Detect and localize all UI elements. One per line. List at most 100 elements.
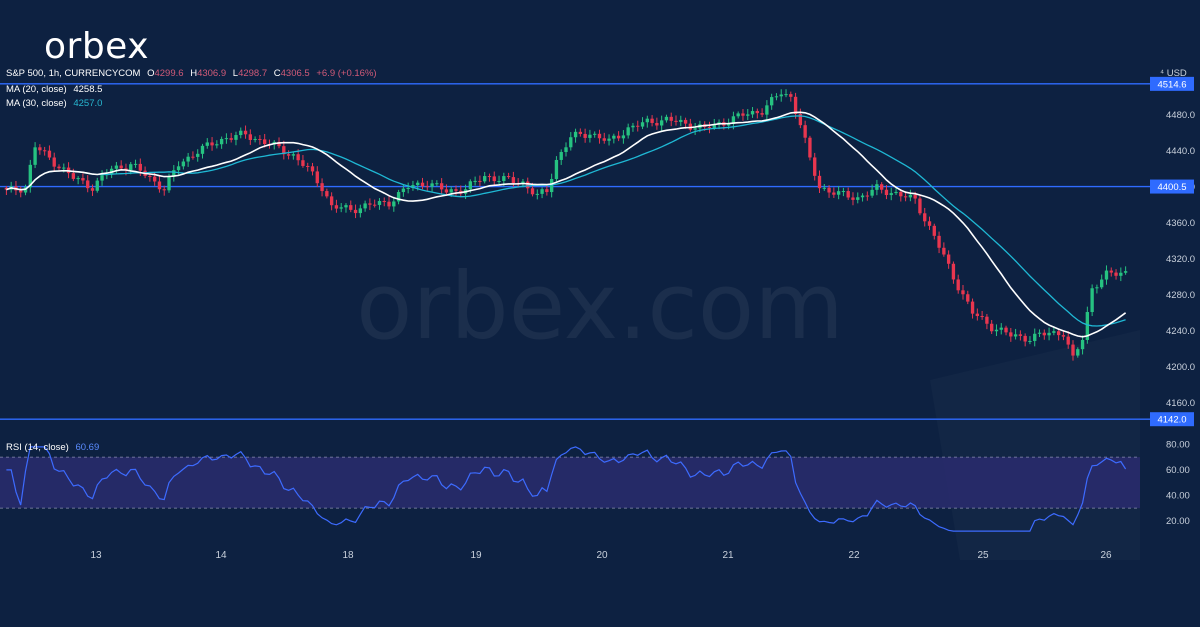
candle-body — [951, 263, 956, 280]
candle-body — [970, 301, 975, 314]
candle-body — [899, 191, 903, 197]
x-tick-label: 19 — [470, 550, 482, 561]
candle-body — [325, 191, 329, 197]
decor-shape — [930, 330, 1140, 560]
candle-body — [1023, 335, 1027, 342]
ma30-legend: MA (30, close) 4257.0 — [6, 98, 102, 109]
candle-body — [626, 127, 630, 136]
candle-body — [990, 323, 994, 332]
ohlc-high: H4306.9 — [190, 68, 227, 79]
candle-body — [71, 173, 76, 179]
level-label: 4142.0 — [1157, 415, 1186, 426]
candle-body — [860, 195, 865, 198]
candle-body — [631, 125, 635, 128]
ma30-label: MA (30, close) — [6, 98, 67, 109]
candle-body — [841, 191, 846, 193]
candle-body — [1061, 335, 1066, 337]
candle-body — [186, 156, 190, 162]
candle-body — [937, 235, 941, 248]
candle-body — [1037, 332, 1042, 334]
candle-body — [86, 180, 90, 189]
candle-body — [339, 207, 343, 209]
candle-body — [1018, 334, 1023, 336]
candle-body — [865, 195, 870, 197]
candle-body — [1090, 288, 1094, 313]
candle-body — [669, 116, 673, 121]
candle-body — [310, 166, 315, 172]
candle-body — [755, 111, 759, 114]
ohlc-open: O4299.6 — [147, 68, 184, 79]
candle-body — [497, 180, 501, 182]
candle-body — [923, 213, 927, 222]
candle-body — [683, 119, 688, 124]
ohlc-change: +6.9 (+0.16%) — [316, 68, 377, 79]
price-tick-label: 4200.0 — [1166, 362, 1195, 373]
candle-body — [851, 197, 855, 200]
symbol-legend: S&P 500, 1h, CURRENCYCOM O4299.6 H4306.9… — [6, 68, 377, 79]
candle-body — [817, 175, 822, 189]
candle-body — [511, 177, 516, 183]
candle-body — [401, 188, 406, 193]
candle-body — [191, 156, 195, 158]
price-tick-label: 4480.0 — [1166, 110, 1195, 121]
candle-body — [559, 152, 563, 160]
candle-body — [200, 145, 205, 154]
candle-body — [57, 166, 61, 169]
candle-body — [526, 181, 530, 189]
candle-body — [980, 316, 984, 318]
candle-body — [650, 118, 654, 123]
candle-body — [306, 165, 310, 167]
candle-body — [1071, 344, 1075, 356]
candle-body — [889, 193, 893, 196]
ma20-value: 4258.5 — [73, 84, 103, 95]
candle-body — [554, 159, 559, 180]
candle-body — [1009, 332, 1013, 337]
candle-body — [856, 197, 860, 200]
chart-svg: orbex.com 4160.0 4200.0 4240.0 4280.0 4320.0 4… — [0, 76, 1195, 561]
x-tick-label: 14 — [215, 550, 227, 561]
candle-body — [774, 96, 779, 98]
candle-body — [1033, 333, 1037, 341]
candle-body — [119, 165, 123, 169]
candle-body — [875, 184, 879, 190]
candle-body — [1119, 272, 1123, 276]
candle-body — [315, 171, 319, 184]
rsi-band — [0, 457, 1140, 509]
candle-body — [918, 198, 922, 214]
candle-body — [789, 94, 793, 97]
candle-body — [262, 139, 267, 145]
candle-body — [884, 189, 889, 196]
candle-body — [903, 196, 908, 198]
candle-body — [205, 142, 209, 146]
candle-body — [808, 137, 812, 158]
candle-body — [286, 154, 291, 156]
candle-body — [420, 182, 425, 187]
candle-body — [597, 133, 602, 139]
candle-body — [344, 205, 348, 208]
candle-body — [181, 161, 186, 167]
candle-body — [693, 128, 697, 130]
candle-body — [76, 178, 80, 180]
candle-body — [913, 194, 917, 199]
candle-body — [473, 180, 477, 182]
candle-body — [129, 164, 133, 171]
candle-body — [750, 111, 755, 115]
rsi-tick-label: 40.00 — [1166, 490, 1190, 501]
candle-body — [1056, 331, 1061, 336]
ma20-label: MA (20, close) — [6, 84, 67, 95]
rsi-tick-label: 60.00 — [1166, 465, 1190, 476]
candle-body — [1104, 270, 1109, 280]
rsi-legend: RSI (14, close) 60.69 — [6, 442, 99, 453]
candle-body — [942, 247, 946, 255]
candle-body — [176, 166, 181, 171]
currency-label: ⁴ USD — [1160, 68, 1187, 79]
candle-body — [416, 182, 420, 186]
candle-body — [47, 150, 52, 158]
candle-body — [674, 120, 678, 122]
candle-body — [946, 254, 951, 264]
candle-body — [301, 160, 305, 166]
ohlc-close: C4306.5 — [273, 68, 310, 79]
candle-body — [100, 175, 104, 181]
candle-body — [349, 205, 353, 210]
ma20-legend: MA (20, close) 4258.5 — [6, 84, 102, 95]
